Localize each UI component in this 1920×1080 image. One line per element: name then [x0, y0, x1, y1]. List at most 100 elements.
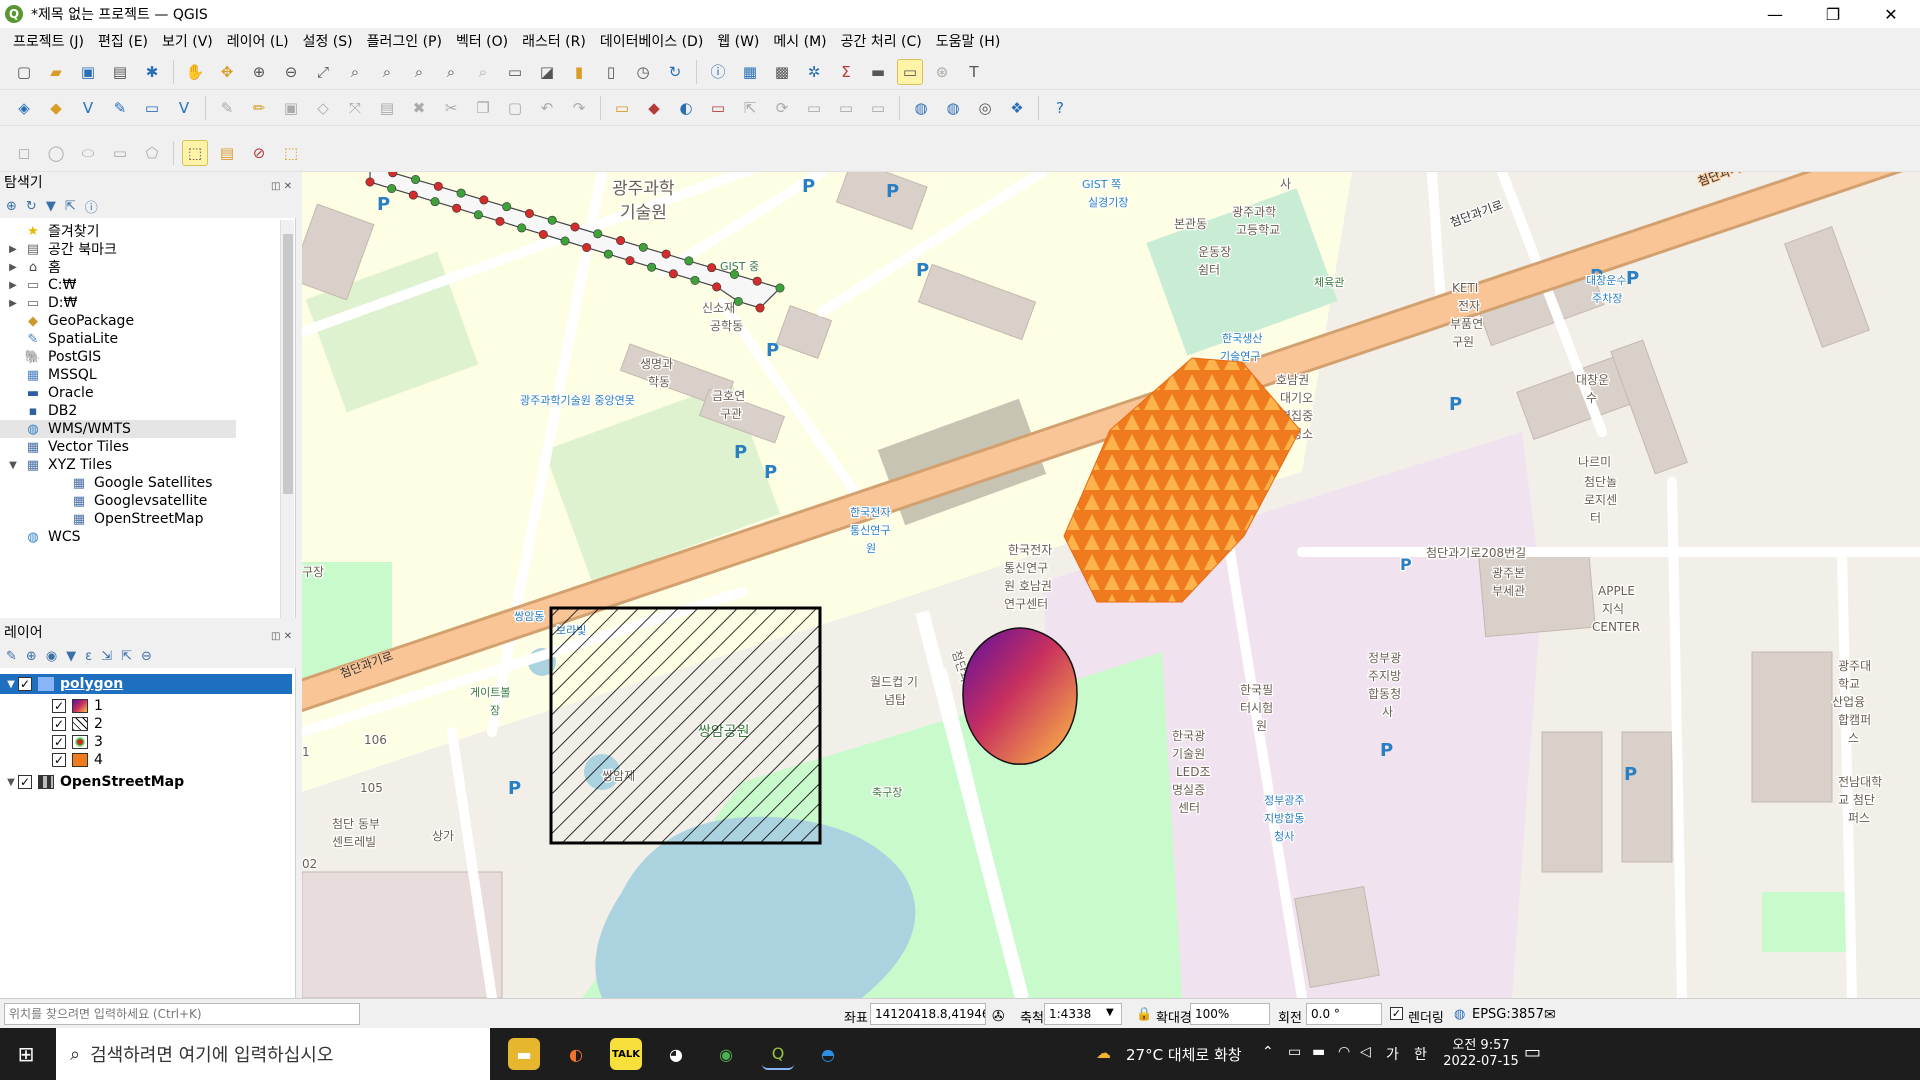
style-panel-icon[interactable]: ✎ [6, 649, 17, 664]
manage-themes-icon[interactable]: ◉ [46, 649, 57, 664]
map-canvas[interactable]: P P P P P P P P P P P P P 광주과학기술원GIST 중앙… [302, 172, 1920, 998]
refresh-browser-icon[interactable]: ↻ [26, 199, 37, 214]
crs-button[interactable]: EPSG:3857 [1472, 1007, 1544, 1022]
browser-item[interactable]: ✎ SpatiaLite [0, 330, 119, 348]
lock-icon[interactable]: 🔒 [1136, 1007, 1152, 1022]
menu-layer[interactable]: 레이어 (L) [220, 31, 296, 51]
new-virtual-layer-icon[interactable]: V [171, 95, 197, 121]
close-button[interactable]: ✕ [1862, 0, 1920, 28]
zoom-full-icon[interactable]: ⤢ [310, 59, 336, 85]
text-annotation-icon[interactable]: T [961, 59, 987, 85]
chrome-icon[interactable]: ◉ [710, 1038, 742, 1070]
browser-item[interactable]: ▶ ▭ C:₩ [0, 276, 76, 294]
magnifier-spinbox[interactable]: 100% [1190, 1003, 1270, 1025]
notification-icon[interactable]: ▭ [1524, 1042, 1541, 1063]
browser-item[interactable]: ▦ OpenStreetMap [0, 510, 204, 528]
select-by-value-icon[interactable]: ▤ [214, 140, 240, 166]
app-icon[interactable]: ◐ [560, 1038, 592, 1070]
scale-dropdown-icon[interactable]: ▼ [1106, 1007, 1114, 1018]
ime-lang[interactable]: 한 [1414, 1044, 1427, 1064]
visibility-checkbox[interactable]: ✓ [52, 717, 66, 731]
label-abc-icon[interactable]: ▭ [705, 95, 731, 121]
expand-arrow-icon[interactable]: ▶ [6, 280, 20, 291]
visibility-checkbox[interactable]: ✓ [52, 699, 66, 713]
qgis-taskbar-icon[interactable]: Q [762, 1038, 794, 1070]
new-spatialite-icon[interactable]: ✎ [107, 95, 133, 121]
add-selected-icon[interactable]: ⊕ [6, 199, 17, 214]
quickmapservices-icon[interactable]: ◍ [908, 95, 934, 121]
crs-globe-icon[interactable]: ◍ [1454, 1007, 1465, 1022]
expand-arrow-icon[interactable]: ▶ [6, 244, 20, 255]
clock-time[interactable]: 오전 9:57 [1444, 1034, 1518, 1053]
browser-item[interactable]: ▦ Googlevsatellite [0, 492, 208, 510]
processing-toolbox-icon[interactable]: ✲ [801, 59, 827, 85]
toggle-editing-icon[interactable]: ✏ [246, 95, 272, 121]
add-feature-icon[interactable]: ◇ [310, 95, 336, 121]
ime-mode[interactable]: 가 [1386, 1044, 1399, 1064]
new-geopackage-icon[interactable]: ◆ [43, 95, 69, 121]
menu-vector[interactable]: 벡터 (O) [449, 31, 515, 51]
browser-item[interactable]: ▪ DB2 [0, 402, 78, 420]
properties-icon[interactable]: ⓘ [85, 197, 98, 216]
browser-item[interactable]: ◍ WCS [0, 528, 80, 546]
minimize-button[interactable]: — [1746, 0, 1804, 28]
pan-icon[interactable]: ✋ [182, 59, 208, 85]
cut-icon[interactable]: ✂ [438, 95, 464, 121]
open-project-icon[interactable]: ▰ [43, 59, 69, 85]
menu-mesh[interactable]: 메시 (M) [766, 31, 833, 51]
circle-tool-icon[interactable]: ◯ [43, 140, 69, 166]
coord-field[interactable]: 14120418.8,4194648.5 [870, 1003, 986, 1025]
delete-selected-icon[interactable]: ✖ [406, 95, 432, 121]
vertex-tool-icon[interactable]: ⤧ [342, 95, 368, 121]
python-console-icon[interactable]: ❖ [1004, 95, 1030, 121]
layer-row[interactable]: ▼ ✓ polygon [0, 674, 292, 694]
zoom-last-icon[interactable]: ⌕ [438, 59, 464, 85]
modify-attributes-icon[interactable]: ▤ [374, 95, 400, 121]
visibility-checkbox[interactable]: ✓ [18, 775, 32, 789]
edge-icon[interactable]: ◓ [812, 1038, 844, 1070]
field-calculator-icon[interactable]: ▩ [769, 59, 795, 85]
browser-item[interactable]: ▬ Oracle [0, 384, 94, 402]
menu-web[interactable]: 웹 (W) [710, 31, 766, 51]
measure-icon[interactable]: ▬ [865, 59, 891, 85]
visibility-checkbox[interactable]: ✓ [18, 677, 32, 691]
network-icon[interactable]: ▭ [1288, 1044, 1301, 1060]
paste-icon[interactable]: ▢ [502, 95, 528, 121]
kakaotalk-icon[interactable]: TALK [610, 1038, 642, 1070]
menu-processing[interactable]: 공간 처리 (C) [834, 31, 929, 51]
rectangle-tool-icon[interactable]: ▭ [107, 140, 133, 166]
chevron-up-icon[interactable]: ⌃ [1262, 1044, 1274, 1060]
weather-text[interactable]: 27°C 대체로 화창 [1126, 1044, 1242, 1065]
game-icon[interactable]: ◕ [660, 1038, 692, 1070]
save-as-icon[interactable]: ▤ [107, 59, 133, 85]
browser-item[interactable]: ▦ Vector Tiles [0, 438, 129, 456]
expand-arrow-icon[interactable]: ▼ [4, 777, 18, 788]
filter-browser-icon[interactable]: ▼ [46, 199, 56, 214]
locator-search-input[interactable]: 위치를 찾으려면 입력하세요 (Ctrl+K) [4, 1003, 360, 1025]
zoom-in-icon[interactable]: ⊕ [246, 59, 272, 85]
undo-icon[interactable]: ↶ [534, 95, 560, 121]
digitize-icon[interactable]: ✎ [214, 95, 240, 121]
legend-class-row[interactable]: ✓ 1 [0, 696, 103, 716]
browser-item[interactable]: ▶ ⌂ 홈 [0, 258, 61, 277]
legend-class-row[interactable]: ✓ 2 [0, 714, 103, 734]
collapse-all-layers-icon[interactable]: ⇱ [121, 649, 132, 664]
browser-scrollbar[interactable] [280, 220, 294, 618]
pan-to-selection-icon[interactable]: ✥ [214, 59, 240, 85]
zoom-selection-icon[interactable]: ⌕ [342, 59, 368, 85]
render-checkbox[interactable]: ✓ [1390, 1007, 1403, 1020]
help-icon[interactable]: ? [1047, 95, 1073, 121]
label-highlight-icon[interactable]: ◐ [673, 95, 699, 121]
battery-icon[interactable]: ▬ [1312, 1044, 1325, 1060]
browser-item[interactable]: ★ 즐겨찾기 [0, 222, 99, 241]
redo-icon[interactable]: ↷ [566, 95, 592, 121]
legend-class-row[interactable]: ✓ 3 [0, 732, 103, 752]
zoom-layer-icon[interactable]: ⌕ [374, 59, 400, 85]
browser-item[interactable]: ◍ WMS/WMTS [0, 420, 236, 438]
add-group-icon[interactable]: ⊕ [26, 649, 37, 664]
identify-icon[interactable]: ⓘ [705, 59, 731, 85]
style-manager-icon[interactable]: ✱ [139, 59, 165, 85]
legend-class-row[interactable]: ✓ 4 [0, 750, 103, 770]
data-source-manager-icon[interactable]: ◈ [11, 95, 37, 121]
filter-legend-icon[interactable]: ▼ [66, 649, 76, 664]
